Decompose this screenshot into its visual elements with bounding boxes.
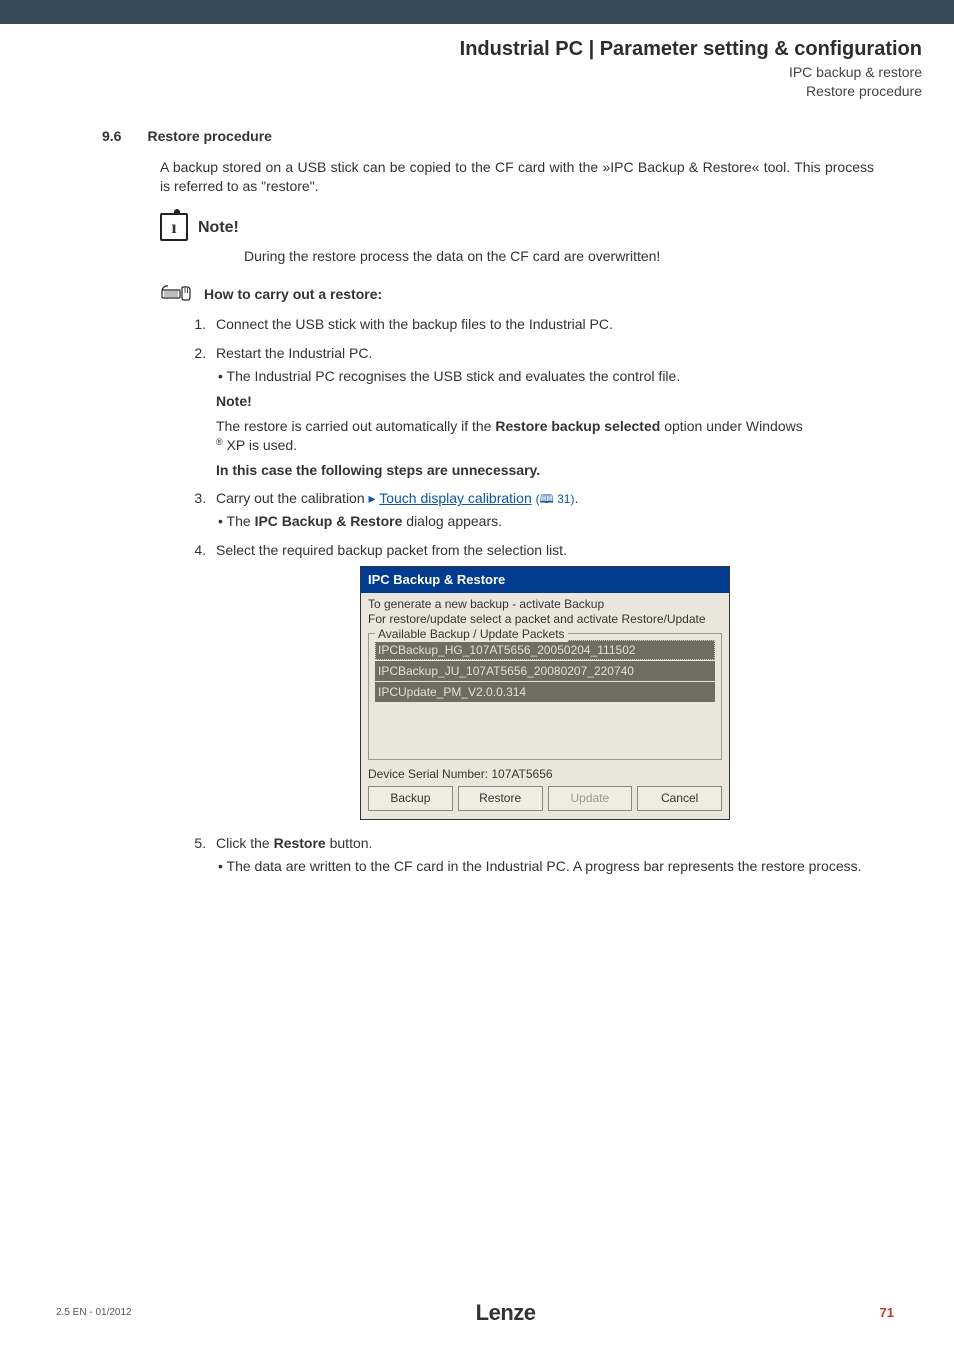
note-body: During the restore process the data on t… [244,247,874,266]
footer-logo: Lenze [476,1298,536,1328]
page-number: 71 [880,1304,894,1322]
section-number: 9.6 [102,127,121,146]
step-4-text: Select the required backup packet from t… [216,542,567,558]
section-heading: 9.6 Restore procedure [102,127,874,146]
header-bar [0,0,954,24]
step-2-unnecessary: In this case the following steps are unn… [216,461,874,480]
info-icon: ı [160,213,188,241]
list-item[interactable]: IPCBackup_HG_107AT5656_20050204_111502 [375,640,715,660]
howto-label: How to carry out a restore: [204,285,382,304]
step-3-text-a: Carry out the calibration [216,490,369,506]
steps-list: Connect the USB stick with the backup fi… [210,315,874,875]
section-title: Restore procedure [147,127,271,146]
step-5-sub: The data are written to the CF card in t… [218,857,874,876]
note-label: Note! [198,217,239,239]
touch-calibration-link[interactable]: Touch display calibration [379,490,532,506]
step-2-note-body: The restore is carried out automatically… [216,417,874,455]
update-button: Update [548,786,633,810]
step-3: Carry out the calibration ▸ Touch displa… [210,489,874,531]
step-3-sub: The IPC Backup & Restore dialog appears. [218,512,874,531]
page-header: Industrial PC | Parameter setting & conf… [0,24,954,117]
ipc-backup-restore-dialog: IPC Backup & Restore To generate a new b… [360,566,730,819]
step-2: Restart the Industrial PC. The Industria… [210,344,874,479]
note-block: ı Note! During the restore process the d… [160,213,874,266]
list-item[interactable]: IPCUpdate_PM_V2.0.0.314 [375,682,715,702]
backup-button[interactable]: Backup [368,786,453,810]
step-4: Select the required backup packet from t… [210,541,874,819]
step-2-sub: The Industrial PC recognises the USB sti… [218,367,874,386]
header-sub2: Restore procedure [0,82,922,101]
dialog-title: IPC Backup & Restore [361,567,729,593]
cancel-button[interactable]: Cancel [637,786,722,810]
device-serial: Device Serial Number: 107AT5656 [368,766,722,782]
arrow-icon: ▸ [369,490,380,506]
header-title: Industrial PC | Parameter setting & conf… [0,36,922,63]
step-1: Connect the USB stick with the backup fi… [210,315,874,334]
page-ref: (🕮 31) [536,492,575,506]
list-item[interactable]: IPCBackup_JU_107AT5656_20080207_220740 [375,661,715,681]
packets-list[interactable]: IPCBackup_HG_107AT5656_20050204_111502 I… [375,640,715,703]
restore-button[interactable]: Restore [458,786,543,810]
keyboard-hand-icon [160,282,194,307]
step-1-text: Connect the USB stick with the backup fi… [216,316,613,332]
page-footer: 2.5 EN - 01/2012 Lenze 71 [0,1298,954,1328]
header-sub1: IPC backup & restore [0,63,922,82]
step-2-text: Restart the Industrial PC. [216,345,372,361]
step-5: Click the Restore button. The data are w… [210,834,874,876]
footer-version: 2.5 EN - 01/2012 [56,1306,132,1320]
packets-group: Available Backup / Update Packets IPCBac… [368,633,722,761]
howto-heading: How to carry out a restore: [160,282,874,307]
intro-paragraph: A backup stored on a USB stick can be co… [160,158,874,196]
dialog-instructions: To generate a new backup - activate Back… [368,597,722,627]
step-2-note-label: Note! [216,392,874,411]
packets-group-label: Available Backup / Update Packets [375,626,568,642]
